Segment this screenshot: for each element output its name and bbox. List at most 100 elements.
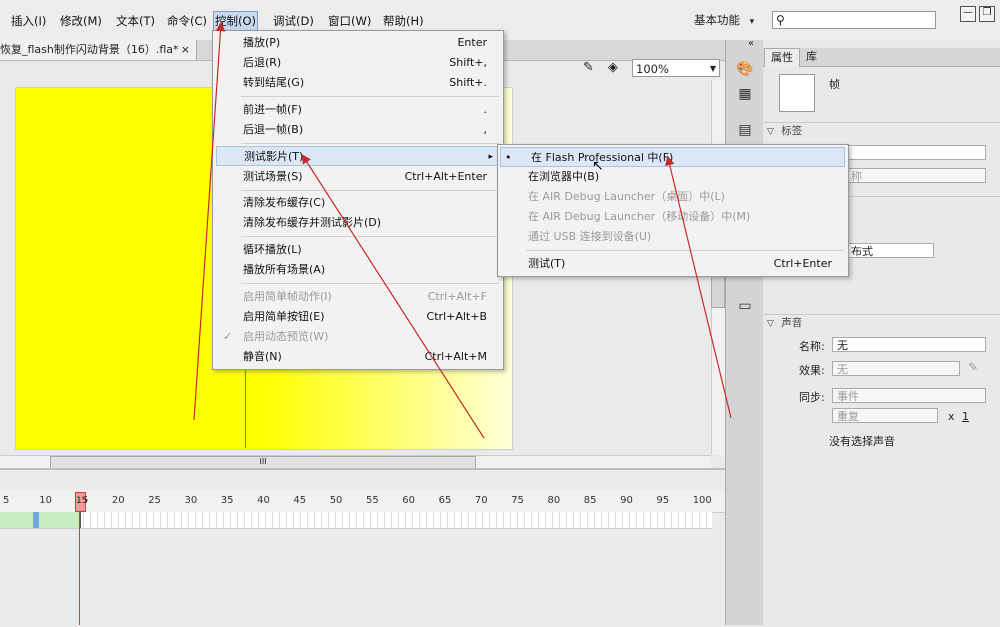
tab-library[interactable]: 库 (800, 48, 823, 66)
timeline-tick-label: 55 (366, 495, 379, 506)
menu-control[interactable]: 控制(O) (213, 11, 259, 31)
close-icon[interactable]: × (181, 40, 190, 60)
sound-sync-select[interactable]: 事件 (832, 388, 986, 403)
menu-item-play[interactable]: 播放(P) Enter (213, 33, 503, 53)
playhead[interactable]: 15 (75, 492, 87, 512)
menu-modify[interactable]: 修改(M) (59, 12, 103, 30)
menu-item-air-mobile: 在 AIR Debug Launcher（移动设备）中(M) (528, 210, 751, 223)
submenu-arrow-icon: ▸ (488, 152, 493, 162)
frame-label: 帧 (829, 78, 840, 91)
edit-scene-icon[interactable]: ◈ (608, 60, 618, 75)
timeline-tick-label: 100 (692, 495, 712, 506)
minimize-button[interactable]: — (960, 6, 976, 22)
check-icon: ✓ (223, 330, 233, 343)
timeline-tick-label: 95 (656, 495, 670, 506)
timeline-ruler[interactable] (0, 490, 725, 513)
menu-item-test-movie[interactable]: 测试影片(T) ▸ (216, 146, 500, 166)
menu-item-go-to-end[interactable]: 转到结尾(G) Shift+. (213, 73, 503, 93)
timeline-tick-label: 50 (329, 495, 343, 506)
menu-item-in-browser[interactable]: 在浏览器中(B) (498, 167, 848, 187)
menu-commands[interactable]: 命令(C) (166, 12, 208, 30)
label-name-input[interactable] (846, 145, 986, 160)
timeline-tick-label: 65 (438, 495, 452, 506)
collapse-icon: ▽ (767, 127, 774, 137)
menu-item-test[interactable]: 测试(T) Ctrl+Enter (498, 254, 848, 274)
sound-effect-select[interactable]: 无 (832, 361, 960, 376)
timeline-tick-label: 10 (39, 495, 53, 506)
label-type-select[interactable]: 称 (846, 168, 986, 183)
timeline-tick-label: 35 (220, 495, 234, 506)
menu-item-test-scene[interactable]: 测试场景(S) Ctrl+Alt+Enter (213, 167, 503, 187)
workspace-switcher[interactable]: 基本功能 ▾ (694, 12, 754, 28)
align-icon[interactable]: ▤ (733, 120, 757, 140)
keyframe[interactable] (33, 512, 39, 528)
menu-item-in-flash-professional[interactable]: • 在 Flash Professional 中(F) (500, 147, 845, 167)
tween-span[interactable] (0, 512, 81, 528)
menu-separator (241, 190, 499, 191)
menu-item-step-backward[interactable]: 后退一帧(B), (213, 120, 503, 140)
color-icon[interactable]: 🎨 (733, 59, 757, 79)
mouse-cursor-icon: ↖ (592, 158, 604, 174)
menu-separator (241, 236, 499, 237)
menu-separator (241, 283, 499, 284)
timeline-tick-label: 45 (293, 495, 307, 506)
timeline-tick-label: 30 (184, 495, 198, 506)
zoom-select[interactable]: 100% ▼ (632, 59, 720, 77)
sound-sync-label: 同步: (799, 391, 825, 404)
menu-item-clear-cache-and-test[interactable]: 清除发布缓存并测试影片(D) (213, 213, 503, 233)
tween-style-select[interactable]: 布式 (846, 243, 934, 258)
swatches-icon[interactable]: ▦ (733, 84, 757, 104)
menu-insert[interactable]: 插入(I) (10, 12, 47, 30)
collapse-icon: ▽ (767, 319, 774, 329)
menu-item-play-all-scenes[interactable]: 播放所有场景(A) (213, 260, 503, 280)
sound-repeat-select[interactable]: 重复 (832, 408, 938, 423)
search-input[interactable]: ⚲ (772, 11, 936, 29)
components-icon[interactable]: ▭ (733, 296, 757, 316)
repeat-count[interactable]: 1 (962, 410, 969, 423)
menu-item-simple-buttons[interactable]: 启用简单按钮(E) Ctrl+Alt+B (213, 307, 503, 327)
pencil-icon[interactable]: ✎ (968, 360, 978, 374)
menu-item-air-desktop: 在 AIR Debug Launcher（桌面）中(L) (528, 190, 725, 203)
menu-separator (241, 143, 499, 144)
menu-debug[interactable]: 调试(D) (272, 12, 315, 30)
document-tab[interactable]: 恢复_flash制作闪动背景（16）.fla* × (0, 40, 197, 60)
sound-name-select[interactable]: 无 (832, 337, 986, 352)
edit-symbol-icon[interactable]: ✎ (583, 60, 594, 75)
repeat-x-label: x (948, 410, 955, 423)
timeline-tick-label: 75 (511, 495, 524, 506)
timeline-tick-label: 80 (547, 495, 561, 506)
bullet-icon: • (505, 151, 512, 164)
chevron-down-icon: ▼ (709, 64, 716, 73)
section-label-header[interactable]: ▽ 标签 (763, 122, 1000, 139)
menu-item-simple-frame-actions: 启用简单帧动作(I) Ctrl+Alt+F (243, 290, 487, 303)
restore-button[interactable]: ❐ (979, 6, 995, 22)
zoom-value: 100% (636, 62, 669, 76)
menu-item-step-forward[interactable]: 前进一帧(F). (213, 100, 503, 120)
menu-item-live-preview: ✓ 启用动态预览(W) (213, 327, 503, 347)
menu-item-loop-playback[interactable]: 循环播放(L) (213, 240, 503, 260)
timeline-tick-label: 85 (583, 495, 597, 506)
timeline-tick-label: 90 (620, 495, 633, 506)
timeline-tick-label: 70 (474, 495, 488, 506)
test-movie-submenu: • 在 Flash Professional 中(F) 在浏览器中(B) 在 AI… (497, 144, 849, 277)
menu-window[interactable]: 窗口(W) (327, 12, 372, 30)
timeline-layer-row[interactable] (0, 512, 712, 529)
menu-text[interactable]: 文本(T) (115, 12, 156, 30)
section-sound-header[interactable]: ▽ 声音 (763, 314, 1000, 331)
menu-item-rewind[interactable]: 后退(R) Shift+, (213, 53, 503, 73)
frame-thumbnail-icon (779, 74, 815, 112)
chevron-down-icon: ▾ (749, 17, 755, 27)
timeline-tick-label: 20 (111, 495, 125, 506)
sound-effect-label: 效果: (799, 364, 825, 377)
timeline-tick-label: 5 (3, 495, 10, 506)
timeline-tick-label: 25 (148, 495, 161, 506)
menu-item-mute[interactable]: 静音(N) Ctrl+Alt+M (213, 347, 503, 367)
timeline-tick-label: 60 (402, 495, 416, 506)
menu-help[interactable]: 帮助(H) (382, 12, 425, 30)
tab-properties[interactable]: 属性 (764, 48, 800, 67)
menu-item-clear-publish-cache[interactable]: 清除发布缓存(C) (213, 193, 503, 213)
menu-separator (241, 96, 499, 97)
control-menu: 播放(P) Enter 后退(R) Shift+, 转到结尾(G) Shift+. 前… (212, 30, 504, 370)
collapse-icon[interactable]: « (748, 38, 754, 49)
timeline-tick-label: 40 (257, 495, 270, 506)
